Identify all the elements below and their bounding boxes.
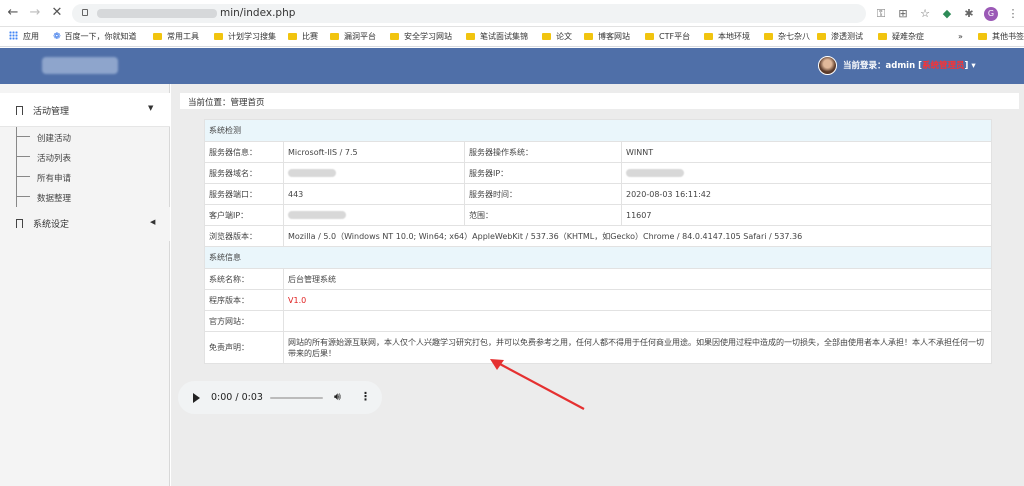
bookmark-folder[interactable]: 漏洞平台 — [330, 31, 376, 43]
redacted-host — [97, 9, 217, 18]
volume-icon[interactable]: 🔊︎ — [334, 390, 341, 404]
folder-icon — [288, 33, 297, 40]
sidebar-item-create-activity[interactable]: 创建活动 — [0, 127, 170, 147]
bookmark-folder[interactable]: 笔试面试集锦 — [466, 31, 528, 43]
sidebar-menu-activity[interactable]: 活动管理 ▼ — [0, 93, 170, 127]
audio-player: 0:00 / 0:03 🔊︎ ⋮ — [178, 381, 382, 414]
folder-icon — [978, 33, 987, 40]
key-icon[interactable]: ⚿ — [870, 7, 892, 21]
folder-icon — [153, 33, 162, 40]
table-row: 服务器端口： 443 服务器时间： 2020-08-03 16:11:42 — [204, 183, 992, 205]
user-menu[interactable]: 当前登录：admin [系统管理员] ▾ — [843, 59, 976, 71]
bookmark-folder[interactable]: 论文 — [542, 31, 572, 43]
arrow-shaft — [497, 362, 585, 410]
folder-icon — [466, 33, 475, 40]
table-row: 官方网站： — [204, 310, 992, 332]
more-options-icon[interactable]: ⋮ — [360, 390, 371, 403]
app-logo — [42, 57, 118, 74]
bookmark-folder[interactable]: 计划学习搜集 — [214, 31, 276, 43]
folder-icon — [645, 33, 654, 40]
bookmark-baidu[interactable]: ❁ 百度一下，你就知道 — [53, 31, 137, 43]
folder-icon — [704, 33, 713, 40]
forward-icon[interactable]: → — [28, 6, 42, 20]
section-header-system-check: 系统检测 — [204, 119, 992, 142]
apps-grid-icon — [9, 31, 18, 40]
bookmark-folder[interactable]: 渗透测试 — [817, 31, 863, 43]
star-icon[interactable]: ☆ — [914, 7, 936, 20]
redacted-client-ip — [288, 211, 346, 219]
breadcrumb: 当前位置：管理首页 — [180, 93, 1019, 109]
other-bookmarks[interactable]: 其他书签 — [978, 31, 1024, 43]
audio-time: 0:00 / 0:03 — [211, 392, 263, 403]
disclaimer-text: 网站的所有源始源互联网，本人仅个人兴趣学习研究打包，并可以免费参考之用，任何人都… — [283, 331, 992, 364]
baidu-paw-icon: ❁ — [53, 32, 61, 42]
stop-loading-icon[interactable]: ✕ — [50, 6, 64, 20]
folder-icon — [764, 33, 773, 40]
section-header-system-info: 系统信息 — [204, 246, 992, 269]
main-content: 当前位置：管理首页 系统检测 服务器信息： Microsoft-IIS / 7.… — [171, 84, 1024, 486]
folder-icon — [214, 33, 223, 40]
sidebar-item-data-arrange[interactable]: 数据整理 — [0, 187, 170, 207]
bookmark-folder[interactable]: 疑难杂症 — [878, 31, 924, 43]
table-row: 客户端IP： 范围： 11607 — [204, 204, 992, 226]
table-row: 服务器域名： 服务器IP： — [204, 162, 992, 184]
bookmark-folder[interactable]: 博客网站 — [584, 31, 630, 43]
role-label: 系统管理员 — [922, 61, 965, 71]
bookmark-apps[interactable]: 应用 — [9, 31, 39, 43]
bookmark-folder[interactable]: 本地环境 — [704, 31, 750, 43]
puzzle-icon[interactable]: ✱ — [958, 7, 980, 20]
folder-icon — [542, 33, 551, 40]
menu-kebab-icon[interactable]: ⋮ — [1002, 7, 1024, 20]
address-bar[interactable]: min/index.php — [72, 4, 866, 23]
bookmark-folder[interactable]: 比赛 — [288, 31, 318, 43]
table-row: 浏览器版本： Mozilla / 5.0（Windows NT 10.0; Wi… — [204, 225, 992, 247]
redacted-domain — [288, 169, 336, 177]
folder-icon — [878, 33, 887, 40]
table-row: 服务器信息： Microsoft-IIS / 7.5 服务器操作系统： WINN… — [204, 141, 992, 163]
table-row: 系统名称： 后台管理系统 — [204, 268, 992, 290]
more-bookmarks-button[interactable]: » — [958, 31, 963, 43]
folder-icon — [390, 33, 399, 40]
folder-icon — [584, 33, 593, 40]
user-avatar — [818, 56, 837, 75]
app-header: 当前登录：admin [系统管理员] ▾ — [0, 48, 1024, 84]
folder-icon — [330, 33, 339, 40]
folder-icon — [817, 33, 826, 40]
bookmark-folder[interactable]: 杂七杂八 — [764, 31, 810, 43]
annotation-arrow — [490, 359, 585, 410]
bookmark-icon — [16, 219, 23, 228]
version-value: V1.0 — [283, 289, 992, 311]
caret-down-icon: ▼ — [148, 104, 154, 112]
back-icon[interactable]: ← — [6, 6, 20, 20]
table-row: 免责声明： 网站的所有源始源互联网，本人仅个人兴趣学习研究打包，并可以免费参考之… — [204, 331, 992, 364]
lock-icon — [82, 9, 88, 16]
bookmarks-bar: 应用 ❁ 百度一下，你就知道 常用工具 计划学习搜集 比赛 漏洞平台 安全学习网站… — [0, 27, 1024, 47]
redacted-ip — [626, 169, 684, 177]
bookmark-folder[interactable]: 安全学习网站 — [390, 31, 452, 43]
table-row: 程序版本： V1.0 — [204, 289, 992, 311]
extension-icon[interactable]: ◆ — [936, 7, 958, 20]
profile-avatar[interactable]: G — [984, 6, 998, 21]
sidebar-item-all-applications[interactable]: 所有申请 — [0, 167, 170, 187]
play-icon[interactable] — [193, 393, 200, 403]
browser-toolbar: ← → ✕ min/index.php ⚿ ⊞ ☆ ◆ ✱ G ⋮ — [0, 0, 1024, 27]
sidebar-item-activity-list[interactable]: 活动列表 — [0, 147, 170, 167]
bookmark-folder[interactable]: 常用工具 — [153, 31, 199, 43]
url-text: min/index.php — [220, 7, 296, 19]
audio-progress-bar[interactable] — [270, 397, 323, 399]
caret-left-icon: ◀ — [150, 218, 156, 226]
bookmark-icon — [16, 106, 23, 115]
translate-icon[interactable]: ⊞ — [892, 7, 914, 20]
info-table: 系统检测 服务器信息： Microsoft-IIS / 7.5 服务器操作系统：… — [204, 119, 992, 364]
bookmark-folder[interactable]: CTF平台 — [645, 31, 690, 43]
sidebar-menu-settings[interactable]: 系统设定 ◀ — [0, 207, 170, 241]
